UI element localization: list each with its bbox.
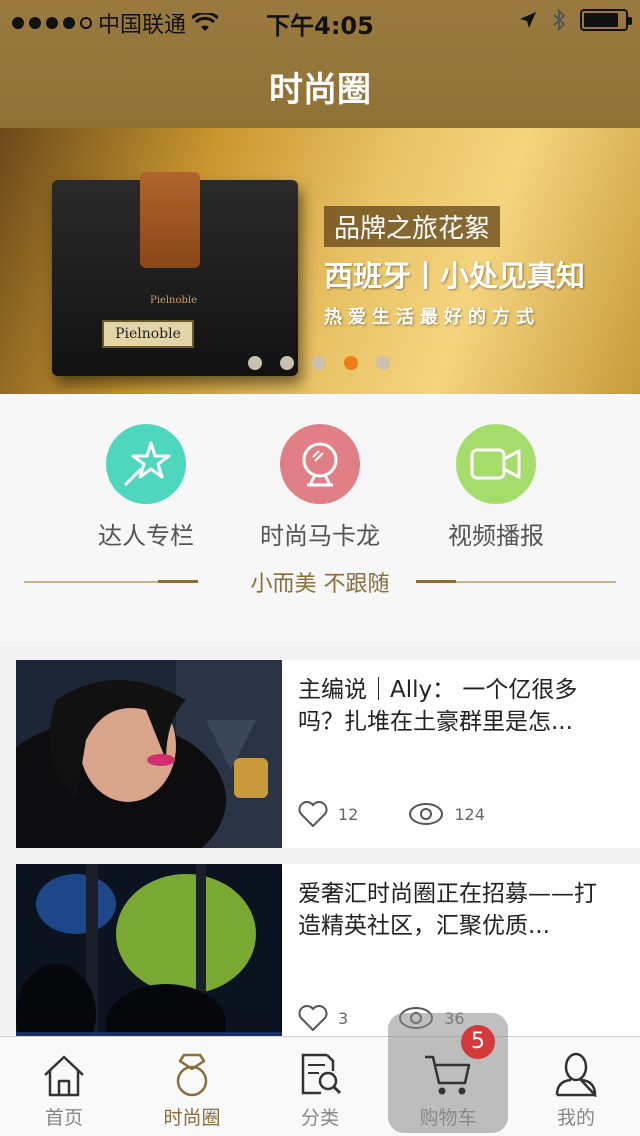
eye-icon [409,803,444,825]
tab-cart[interactable]: 购物车 [384,1037,512,1136]
tab-fashion-circle[interactable]: 时尚圈 [128,1037,256,1136]
top-bar: 中国联通 下午4:05 时尚圈 [0,0,640,128]
article-card[interactable]: 主编说｜Ally： 一个亿很多吗？扎堆在土豪群里是怎... 12 124 [16,660,640,848]
like-button[interactable]: 3 [298,1004,348,1032]
heart-icon [298,801,328,828]
like-count: 3 [338,1008,349,1028]
heart-icon [298,1005,328,1032]
search-doc-icon [301,1053,342,1095]
cart-count-badge: 5 [461,1025,495,1059]
cart-icon [425,1055,471,1095]
category-video-report[interactable]: 视频播报 [396,424,596,551]
article-title: 爱奢汇时尚圈正在招募——打造精英社区，汇聚优质... [298,881,597,939]
ring-icon [176,1053,208,1097]
banner-headline: 西班牙丨小处见真知 [324,259,586,293]
section-divider-label: 小而美 不跟随 [250,572,390,597]
view-count-group: 124 [408,801,485,827]
brand-plate: Pielnoble [102,320,194,348]
article-title: 主编说｜Ally： 一个亿很多吗？扎堆在土豪群里是怎... [298,677,578,735]
banner-tag: 品牌之旅花絮 [324,206,501,247]
carousel-pager[interactable] [248,356,390,370]
battery-icon [580,9,632,31]
bluetooth-icon [553,8,566,32]
pager-dot[interactable] [312,356,326,370]
tab-mine[interactable]: 我的 [512,1037,640,1136]
tab-bar: 首页 时尚圈 分类 购物车 5 我的 [0,1013,640,1136]
wallet-image: Pielnoble Pielnoble [52,172,298,376]
article-thumbnail [16,660,282,848]
star-wand-icon [106,424,186,504]
user-icon [555,1052,597,1097]
article-thumbnail [16,864,282,1052]
location-icon [520,12,536,28]
status-bar: 中国联通 下午4:05 [0,0,640,40]
pager-dot[interactable] [248,356,262,370]
category-expert-column[interactable]: 达人专栏 [46,424,246,551]
pager-dot[interactable] [280,356,294,370]
like-button[interactable]: 12 [298,800,358,828]
tab-category[interactable]: 分类 [256,1037,384,1136]
page-title: 时尚圈 [269,70,371,110]
category-fashion-macaron[interactable]: 时尚马卡龙 [220,424,420,551]
section-divider: 小而美 不跟随 [24,562,616,602]
like-count: 12 [338,804,359,824]
mirror-icon [280,424,360,504]
pager-dot[interactable] [376,356,390,370]
home-icon [44,1055,84,1097]
banner-subline: 热爱生活最好的方式 [324,307,540,328]
pager-dot-active[interactable] [344,356,358,370]
article-card[interactable]: 爱奢汇时尚圈正在招募——打造精英社区，汇聚优质... 3 36 [16,864,640,1052]
view-count: 124 [454,804,485,824]
video-camera-icon [456,424,536,504]
banner-carousel[interactable]: Pielnoble Pielnoble 品牌之旅花絮 西班牙丨小处见真知 热爱生… [0,128,640,394]
category-section: 达人专栏 时尚马卡龙 视频播报 小而美 不跟随 [0,394,640,642]
tab-home[interactable]: 首页 [0,1037,128,1136]
